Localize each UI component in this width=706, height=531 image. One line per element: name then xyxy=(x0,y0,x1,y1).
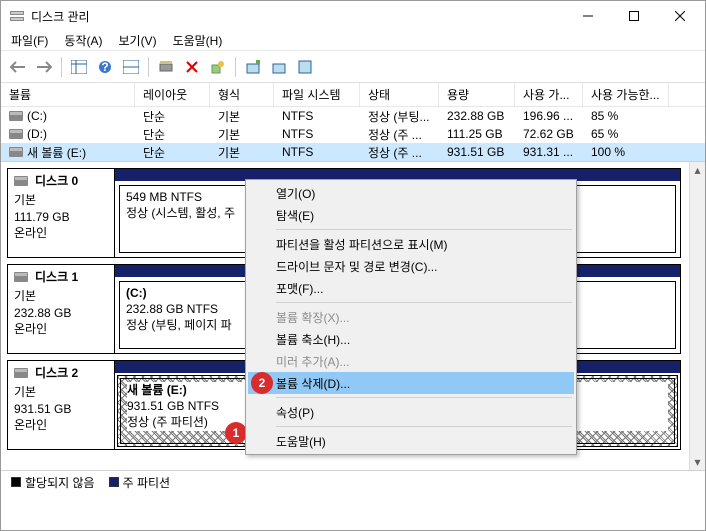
refresh-button[interactable] xyxy=(155,56,177,78)
drive-icon xyxy=(9,147,23,157)
ctx-help[interactable]: 도움말(H) xyxy=(248,430,574,452)
ctx-format[interactable]: 포맷(F)... xyxy=(248,277,574,299)
col-status[interactable]: 상태 xyxy=(360,83,439,106)
drive-icon xyxy=(9,111,23,121)
app-icon xyxy=(9,8,25,24)
scroll-up-icon[interactable]: ▴ xyxy=(690,162,705,178)
disk-icon xyxy=(14,368,28,378)
volume-row[interactable]: 새 볼륨 (E:) 단순 기본 NTFS 정상 (주 ... 931.51 GB… xyxy=(1,143,705,161)
ctx-mark-active[interactable]: 파티션을 활성 파티션으로 표시(M) xyxy=(248,233,574,255)
toolbar: ? xyxy=(1,51,705,83)
legend-swatch-unallocated xyxy=(11,477,21,487)
menubar: 파일(F) 동작(A) 보기(V) 도움말(H) xyxy=(1,31,705,51)
svg-text:?: ? xyxy=(101,60,108,74)
action-disk-button[interactable] xyxy=(268,56,290,78)
view-detail-button[interactable] xyxy=(120,56,142,78)
menu-view[interactable]: 보기(V) xyxy=(112,30,162,51)
col-percent[interactable]: 사용 가능한... xyxy=(583,83,669,106)
view-list-button[interactable] xyxy=(68,56,90,78)
ctx-extend: 볼륨 확장(X)... xyxy=(248,306,574,328)
annotation-badge-2: 2 xyxy=(251,372,273,394)
create-vol-button[interactable] xyxy=(207,56,229,78)
ctx-properties[interactable]: 속성(P) xyxy=(248,401,574,423)
disk-icon xyxy=(14,176,28,186)
action-volume-button[interactable] xyxy=(242,56,264,78)
col-capacity[interactable]: 용량 xyxy=(439,83,515,106)
delete-button[interactable] xyxy=(181,56,203,78)
ctx-mirror: 미러 추가(A)... xyxy=(248,350,574,372)
col-format[interactable]: 형식 xyxy=(210,83,274,106)
col-free[interactable]: 사용 가... xyxy=(515,83,583,106)
action-properties-button[interactable] xyxy=(294,56,316,78)
ctx-open[interactable]: 열기(O) xyxy=(248,182,574,204)
volume-row[interactable]: (D:) 단순 기본 NTFS 정상 (주 ... 111.25 GB 72.6… xyxy=(1,125,705,143)
forward-button[interactable] xyxy=(33,56,55,78)
menu-file[interactable]: 파일(F) xyxy=(5,30,54,51)
back-button[interactable] xyxy=(7,56,29,78)
legend: 할당되지 않음 주 파티션 xyxy=(1,470,705,494)
disk-label[interactable]: 디스크 2 기본 931.51 GB 온라인 xyxy=(7,360,115,450)
minimize-button[interactable] xyxy=(565,1,611,31)
ctx-shrink[interactable]: 볼륨 축소(H)... xyxy=(248,328,574,350)
ctx-delete-volume[interactable]: 2 볼륨 삭제(D)... xyxy=(248,372,574,394)
close-button[interactable] xyxy=(657,1,703,31)
help-button[interactable]: ? xyxy=(94,56,116,78)
ctx-explore[interactable]: 탐색(E) xyxy=(248,204,574,226)
annotation-badge-1: 1 xyxy=(225,422,247,444)
disk-icon xyxy=(14,272,28,282)
context-menu: 열기(O) 탐색(E) 파티션을 활성 파티션으로 표시(M) 드라이브 문자 … xyxy=(245,179,577,455)
disk-label[interactable]: 디스크 0 기본 111.79 GB 온라인 xyxy=(7,168,115,258)
disk-label[interactable]: 디스크 1 기본 232.88 GB 온라인 xyxy=(7,264,115,354)
col-layout[interactable]: 레이아웃 xyxy=(135,83,210,106)
col-filesystem[interactable]: 파일 시스템 xyxy=(274,83,360,106)
volumes-table: 볼륨 레이아웃 형식 파일 시스템 상태 용량 사용 가... 사용 가능한..… xyxy=(1,83,705,162)
scroll-down-icon[interactable]: ▾ xyxy=(690,454,705,470)
menu-action[interactable]: 동작(A) xyxy=(58,30,108,51)
menu-help[interactable]: 도움말(H) xyxy=(167,30,229,51)
legend-swatch-primary xyxy=(109,477,119,487)
volume-row[interactable]: (C:) 단순 기본 NTFS 정상 (부팅... 232.88 GB 196.… xyxy=(1,107,705,125)
ctx-change-letter[interactable]: 드라이브 문자 및 경로 변경(C)... xyxy=(248,255,574,277)
maximize-button[interactable] xyxy=(611,1,657,31)
col-volume[interactable]: 볼륨 xyxy=(1,83,135,106)
drive-icon xyxy=(9,129,23,139)
window-title: 디스크 관리 xyxy=(31,8,565,25)
titlebar: 디스크 관리 xyxy=(1,1,705,31)
volumes-header: 볼륨 레이아웃 형식 파일 시스템 상태 용량 사용 가... 사용 가능한..… xyxy=(1,83,705,107)
